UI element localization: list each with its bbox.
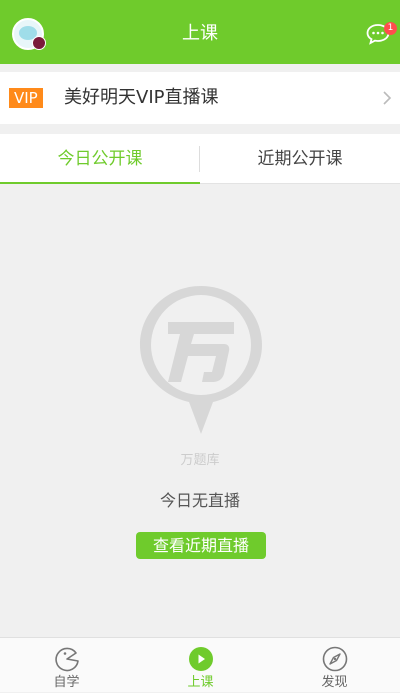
nav-class[interactable]: 上课 [134, 638, 267, 693]
nav-label: 发现 [321, 675, 348, 690]
empty-state-message: 今日无直播 [159, 491, 240, 510]
tab-recent-open-class[interactable]: 近期公开课 [200, 134, 400, 184]
nav-self-study[interactable]: 自学 [0, 638, 133, 693]
message-count-badge: 1 [384, 22, 397, 35]
view-recent-live-button[interactable]: 查看近期直播 [136, 532, 266, 559]
active-tab-indicator [0, 182, 200, 184]
top-bar: 上课 1 [0, 0, 400, 64]
wantiku-pin-logo-icon [140, 286, 262, 434]
tab-today-open-class[interactable]: 今日公开课 [0, 134, 200, 184]
bottom-navigation: 自学 上课 发现 [0, 637, 400, 692]
nav-label: 上课 [187, 675, 214, 690]
play-circle-icon [189, 647, 213, 671]
compass-icon [322, 646, 348, 672]
chevron-right-icon [383, 91, 392, 105]
page-title: 上课 [182, 23, 218, 44]
brand-name: 万题库 [180, 453, 220, 468]
vip-course-label: 美好明天VIP直播课 [64, 87, 219, 108]
nav-discover[interactable]: 发现 [268, 638, 400, 693]
vip-tag: VIP [9, 88, 43, 108]
course-tabs: 今日公开课 近期公开课 [0, 134, 400, 184]
vip-live-course-row[interactable]: VIP 美好明天VIP直播课 [0, 72, 400, 124]
nav-label: 自学 [53, 675, 80, 690]
pacman-icon [55, 647, 79, 672]
